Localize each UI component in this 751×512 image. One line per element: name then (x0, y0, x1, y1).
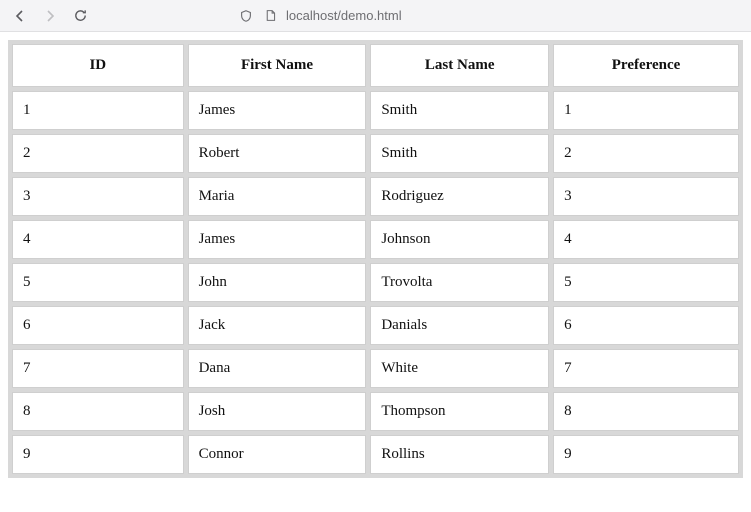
col-header-last-name: Last Name (370, 44, 549, 87)
col-header-id: ID (12, 44, 184, 87)
table-cell: Josh (188, 392, 367, 431)
table-row: 1JamesSmith1 (12, 91, 739, 130)
table-cell: Smith (370, 134, 549, 173)
table-cell: Smith (370, 91, 549, 130)
table-row: 7DanaWhite7 (12, 349, 739, 388)
table-row: 9ConnorRollins9 (12, 435, 739, 474)
address-bar[interactable]: localhost/demo.html (238, 8, 402, 24)
table-cell: Johnson (370, 220, 549, 259)
table-cell: 2 (553, 134, 739, 173)
table-cell: Connor (188, 435, 367, 474)
table-cell: Thompson (370, 392, 549, 431)
table-cell: 4 (12, 220, 184, 259)
table-cell: 3 (12, 177, 184, 216)
table-cell: 7 (553, 349, 739, 388)
table-cell: 7 (12, 349, 184, 388)
table-cell: 8 (553, 392, 739, 431)
reload-button[interactable] (68, 4, 92, 28)
data-table: ID First Name Last Name Preference 1Jame… (8, 40, 743, 478)
table-cell: 4 (553, 220, 739, 259)
forward-button[interactable] (38, 4, 62, 28)
arrow-left-icon (12, 8, 28, 24)
table-cell: Rodriguez (370, 177, 549, 216)
table-cell: Dana (188, 349, 367, 388)
reload-icon (73, 8, 88, 23)
table-cell: 6 (12, 306, 184, 345)
browser-toolbar: localhost/demo.html (0, 0, 751, 32)
table-cell: 9 (553, 435, 739, 474)
table-cell: James (188, 220, 367, 259)
table-cell: Danials (370, 306, 549, 345)
table-header-row: ID First Name Last Name Preference (12, 44, 739, 87)
table-row: 5JohnTrovolta5 (12, 263, 739, 302)
page-content: ID First Name Last Name Preference 1Jame… (0, 32, 751, 486)
table-cell: Rollins (370, 435, 549, 474)
table-cell: 9 (12, 435, 184, 474)
table-cell: Trovolta (370, 263, 549, 302)
table-cell: Robert (188, 134, 367, 173)
table-row: 2RobertSmith2 (12, 134, 739, 173)
table-row: 8JoshThompson8 (12, 392, 739, 431)
col-header-preference: Preference (553, 44, 739, 87)
table-cell: 5 (553, 263, 739, 302)
shield-icon (238, 8, 254, 24)
table-cell: Jack (188, 306, 367, 345)
table-cell: James (188, 91, 367, 130)
arrow-right-icon (42, 8, 58, 24)
table-cell: 6 (553, 306, 739, 345)
table-cell: 8 (12, 392, 184, 431)
col-header-first-name: First Name (188, 44, 367, 87)
back-button[interactable] (8, 4, 32, 28)
table-cell: White (370, 349, 549, 388)
table-cell: Maria (188, 177, 367, 216)
url-text: localhost/demo.html (286, 8, 402, 23)
page-icon (262, 8, 278, 24)
table-row: 3MariaRodriguez3 (12, 177, 739, 216)
table-cell: 1 (12, 91, 184, 130)
table-cell: 2 (12, 134, 184, 173)
table-cell: John (188, 263, 367, 302)
table-row: 6JackDanials6 (12, 306, 739, 345)
table-cell: 1 (553, 91, 739, 130)
table-cell: 5 (12, 263, 184, 302)
table-cell: 3 (553, 177, 739, 216)
table-row: 4JamesJohnson4 (12, 220, 739, 259)
